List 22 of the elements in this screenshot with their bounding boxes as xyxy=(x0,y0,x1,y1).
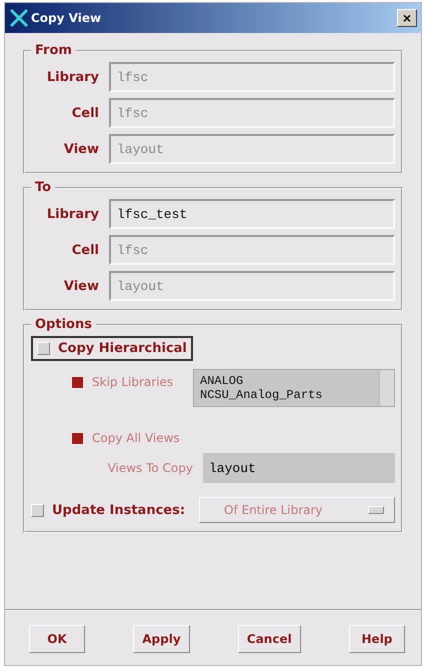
window-title: Copy View xyxy=(31,11,102,25)
field-label: Views To Copy xyxy=(106,461,193,475)
dialog-button[interactable]: Help xyxy=(348,625,405,653)
close-button[interactable]: × xyxy=(397,9,417,27)
dropdown-icon xyxy=(368,506,384,514)
field-label: Cell xyxy=(70,106,99,120)
field-label: View xyxy=(62,278,99,294)
copy-hierarchical-checkbox[interactable]: Copy Hierarchical xyxy=(31,336,193,361)
field-label: Library xyxy=(46,206,99,222)
scrollbar[interactable] xyxy=(379,370,394,406)
cross-logo-icon xyxy=(9,8,29,28)
update-instances-checkbox[interactable]: Update Instances: xyxy=(31,502,186,518)
field-label: View xyxy=(62,142,99,156)
dialog-button[interactable]: Cancel xyxy=(238,625,301,653)
dialog-button[interactable]: OK xyxy=(29,625,85,653)
group-title: To xyxy=(34,180,52,195)
group-title: Options xyxy=(34,317,93,332)
field-label: Library xyxy=(46,70,99,84)
input-field[interactable]: lfsc_test xyxy=(109,199,395,229)
dialog-button[interactable]: Apply xyxy=(133,625,190,653)
group-title: From xyxy=(34,43,73,58)
field-label: Cell xyxy=(70,242,99,258)
